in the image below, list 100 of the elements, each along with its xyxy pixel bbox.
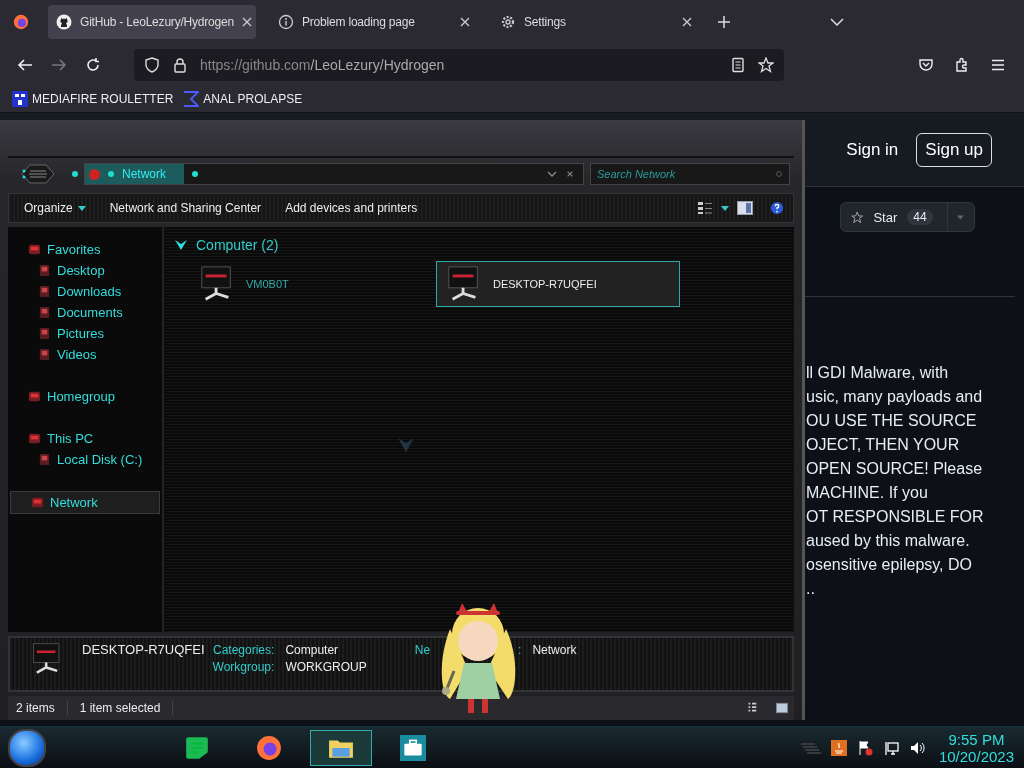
details-label: : [518,643,522,657]
close-icon[interactable] [565,170,575,178]
nav-item[interactable]: Videos [8,344,162,365]
details-value: WORKGROUP [285,660,367,674]
start-button[interactable] [8,728,46,767]
close-icon[interactable] [242,17,253,27]
search-field[interactable]: Search Network [590,163,790,185]
sign-up-button[interactable]: Sign up [916,132,992,167]
reload-icon[interactable] [85,57,101,73]
taskbar-app[interactable] [310,729,372,766]
chevron-icon [174,239,188,251]
details-view-icon[interactable] [746,702,758,714]
nav-item[interactable]: Downloads [8,281,162,302]
description-line: aused by this malware. [806,531,971,551]
bookmark-item[interactable]: MEDIAFIRE ROULETTER [12,91,174,107]
details-value: Network [532,643,577,657]
toolbar-button[interactable]: Network and Sharing Center [100,201,271,215]
browser-tab[interactable]: Settings [492,5,700,39]
selection-count: 1 item selected [79,701,174,715]
nav-item[interactable]: Local Disk (C:) [8,449,162,470]
bookmark-icon [12,91,28,107]
folder-icon [38,264,51,277]
browser-tab[interactable]: Problem loading page [270,5,478,39]
caret-icon [77,205,86,211]
flag-icon[interactable] [856,739,873,756]
forward-icon[interactable] [51,57,67,73]
organize-menu[interactable]: Organize [15,201,95,215]
back-icon[interactable] [17,57,33,73]
item-count: 2 items [16,701,68,715]
star-icon[interactable] [758,57,774,73]
briefcase-icon [400,734,426,761]
folder-icon [28,390,41,403]
group-header[interactable]: Computer (2) [174,237,784,253]
preview-pane-icon[interactable] [737,201,753,215]
folder-icon [38,453,51,466]
description-line: OT RESPONSIBLE FOR [806,507,985,527]
caret-icon[interactable] [721,205,729,211]
sign-in-link[interactable]: Sign in [836,133,909,166]
folder-icon [31,496,44,509]
clock[interactable]: 9:55 PM 10/20/2023 [938,730,1014,765]
close-icon[interactable] [460,17,470,27]
dropdown-icon[interactable] [547,170,557,178]
details-value: Computer [285,643,340,657]
description-line: osensitive epilepsy, DO [806,555,973,575]
chevron-down-icon[interactable] [830,18,844,26]
new-tab-icon[interactable] [718,16,730,28]
details-name: DESKTOP-R7UQFEI [82,642,205,657]
folder-icon [28,243,41,256]
pocket-icon[interactable] [918,57,934,73]
java-icon[interactable] [830,739,847,756]
description-line: MACHINE. If you [806,483,929,503]
computer-item[interactable]: VM0B0T [190,261,434,307]
nav-item[interactable]: Desktop [8,260,162,281]
tiles-view-icon[interactable] [776,702,788,714]
folder-icon [38,285,51,298]
puzzle-icon[interactable] [954,57,970,73]
description-line: ll GDI Malware, with [806,363,950,383]
star-count: 44 [907,209,933,225]
nav-item[interactable]: Network [10,491,160,514]
folder-icon [38,327,51,340]
address-bar[interactable]: https://github.com/LeoLezury/Hydrogen [134,49,784,81]
info-icon [278,14,294,30]
details-label: Ne [414,643,431,657]
computer-item[interactable]: DESKTOP-R7UQFEI [436,261,680,307]
notes-app-icon [184,734,210,761]
nav-item[interactable]: This PC [8,428,162,449]
description-line: OPEN SOURCE! Please [806,459,984,479]
nav-item[interactable]: Homegroup [8,386,162,407]
close-icon[interactable] [682,17,692,27]
bookmark-item[interactable]: ANAL PROLAPSE [183,91,303,107]
star-button[interactable]: Star 44 [840,202,975,232]
browser-logo-icon[interactable] [12,13,30,31]
github-icon [56,14,72,30]
details-label: Categories: [212,643,275,657]
description-line: OU USE THE SOURCE [806,411,978,431]
folder-icon [28,432,41,445]
network-icon[interactable] [882,739,899,756]
toolbar-button[interactable]: Add devices and printers [276,201,427,215]
help-icon[interactable] [769,201,785,215]
description-line: usic, many payloads and [806,387,984,407]
breadcrumb[interactable]: Network [85,164,184,184]
browser-icon [256,734,282,761]
nav-item[interactable]: Pictures [8,323,162,344]
view-options-icon[interactable] [697,201,713,215]
nav-item[interactable]: Favorites [8,239,162,260]
details-label: Workgroup: [212,660,275,674]
description-line: OJECT, THEN YOUR [806,435,961,455]
shield-icon[interactable] [144,57,160,73]
settings-icon [500,14,516,30]
nav-item[interactable]: Documents [8,302,162,323]
menu-icon[interactable] [990,57,1006,73]
browser-tab[interactable]: GitHub - LeoLezury/Hydrogen [48,5,256,39]
address-field[interactable]: Network [84,163,584,185]
star-label: Star [873,209,898,225]
search-icon [774,170,784,178]
description-line: .. [806,579,816,599]
star-icon [851,209,864,225]
lock-icon [172,57,188,73]
reader-view-icon[interactable] [730,57,746,73]
folder-icon [38,306,51,319]
